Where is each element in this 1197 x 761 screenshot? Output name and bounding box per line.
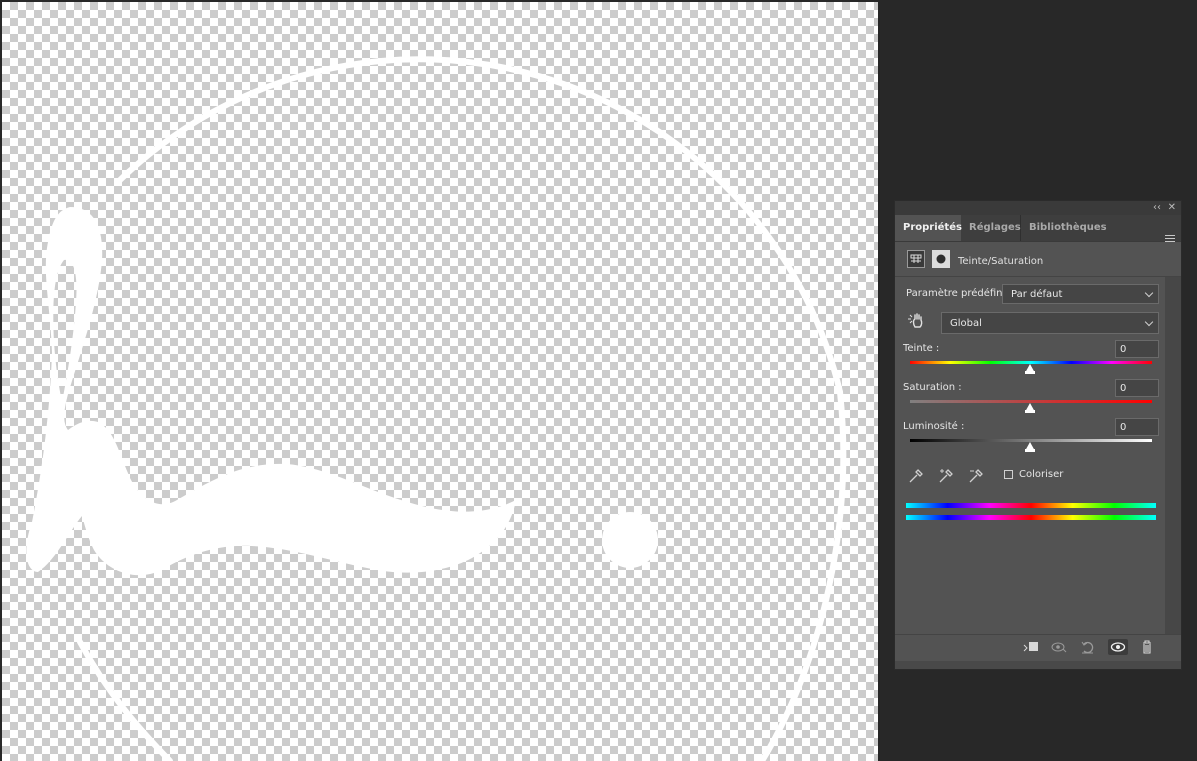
visibility-eye-icon[interactable] [1108, 639, 1128, 655]
preset-label: Paramètre prédéfini : [906, 288, 1012, 299]
eyedropper-icon[interactable] [907, 467, 925, 485]
artwork-layer [26, 56, 847, 761]
panel-bottom-toolbar [895, 634, 1181, 659]
output-color-bar [906, 515, 1156, 520]
collapse-panel-icon[interactable]: ‹‹ [1153, 201, 1161, 215]
lightness-input[interactable]: 0 [1115, 418, 1159, 436]
circle-outline-top [117, 56, 843, 395]
colorize-label: Coloriser [1019, 469, 1064, 480]
hue-slider-thumb-base[interactable] [1025, 371, 1035, 374]
reset-icon[interactable] [1079, 639, 1097, 655]
close-panel-icon[interactable]: ✕ [1168, 201, 1176, 215]
adjustment-header: Teinte/Saturation [895, 242, 1181, 277]
properties-panel: ‹‹ ✕ Propriétés Réglages Bibliothèques T… [894, 200, 1182, 670]
handwritten-stroke [26, 207, 517, 576]
trash-icon[interactable] [1138, 639, 1156, 655]
preset-value: Par défaut [1011, 289, 1063, 300]
dot-mark [602, 512, 658, 568]
colorize-checkbox[interactable] [1004, 470, 1013, 479]
tab-bibliotheques[interactable]: Bibliothèques [1021, 215, 1107, 241]
circle-outline-right [759, 389, 847, 761]
input-color-bar [906, 503, 1156, 508]
chevron-down-icon [1144, 317, 1154, 327]
panel-scrollbar[interactable] [1165, 277, 1181, 637]
tab-reglages[interactable]: Réglages [961, 215, 1021, 241]
hue-input[interactable]: 0 [1115, 340, 1159, 358]
hue-sat-adjustment-icon[interactable] [907, 250, 925, 268]
panel-title-bar[interactable]: ‹‹ ✕ [895, 201, 1181, 215]
document-canvas[interactable] [2, 2, 878, 761]
tab-proprietes[interactable]: Propriétés [895, 215, 962, 241]
eyedropper-plus-icon[interactable] [937, 467, 955, 485]
document-canvas-area[interactable] [0, 0, 878, 761]
channel-dropdown[interactable]: Global [941, 312, 1159, 334]
chevron-down-icon [1144, 288, 1154, 298]
circle-outline-bottom [77, 639, 173, 761]
lightness-slider-thumb-base[interactable] [1025, 449, 1035, 452]
adjustment-title: Teinte/Saturation [958, 256, 1044, 267]
eyedropper-minus-icon[interactable] [967, 467, 985, 485]
targeted-adjustment-hand-icon[interactable] [907, 311, 927, 331]
preset-dropdown[interactable]: Par défaut [1002, 284, 1159, 304]
lightness-label: Luminosité : [903, 421, 965, 432]
saturation-slider-thumb-base[interactable] [1025, 410, 1035, 413]
panel-tabs: Propriétés Réglages Bibliothèques [895, 215, 1181, 242]
layer-mask-icon[interactable] [932, 250, 950, 268]
panel-resize-edge[interactable] [895, 661, 1181, 669]
saturation-input[interactable]: 0 [1115, 379, 1159, 397]
view-previous-state-icon[interactable] [1050, 639, 1068, 655]
saturation-label: Saturation : [903, 382, 962, 393]
clip-to-layer-icon[interactable] [1021, 639, 1039, 655]
channel-value: Global [950, 318, 982, 329]
hue-label: Teinte : [903, 343, 940, 354]
